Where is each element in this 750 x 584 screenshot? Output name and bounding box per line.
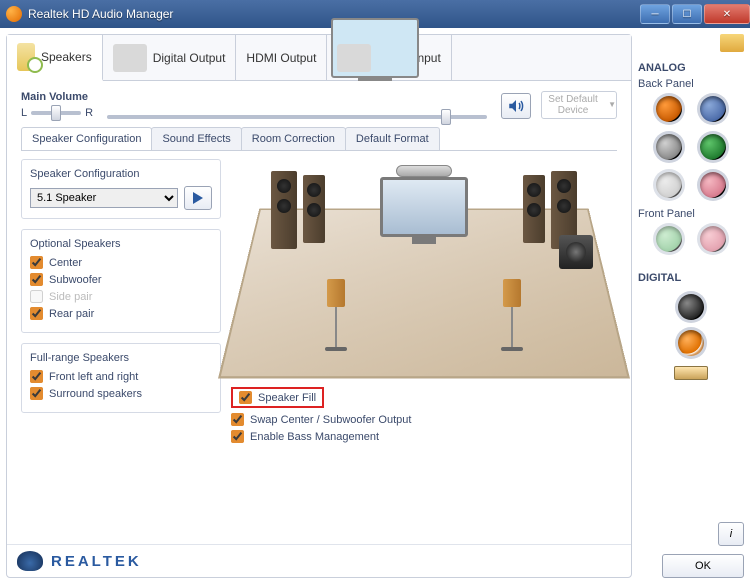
speaker-config-group: Speaker Configuration 5.1 Speaker (21, 159, 221, 219)
jack-green-dim[interactable] (656, 226, 682, 252)
group-title: Speaker Configuration (30, 168, 212, 180)
maximize-button[interactable]: ☐ (672, 4, 702, 24)
minimize-button[interactable]: ─ (640, 4, 670, 24)
checkbox-side-pair: Side pair (30, 290, 212, 303)
checkbox-surround[interactable]: Surround speakers (30, 387, 212, 400)
jack-blue[interactable] (700, 96, 726, 122)
jack-orange[interactable] (656, 96, 682, 122)
tab-digital-output[interactable]: Digital Output (103, 35, 237, 80)
checkbox-bass-management[interactable]: Enable Bass Management (231, 430, 617, 443)
mute-button[interactable] (501, 93, 531, 119)
brand-text: REALTEK (51, 553, 142, 570)
balance-thumb[interactable] (51, 105, 61, 121)
device-icon (113, 44, 147, 72)
device-tabs: Speakers Digital Output HDMI Output Digi… (7, 35, 631, 81)
tab-speaker-configuration[interactable]: Speaker Configuration (21, 127, 152, 150)
play-button[interactable] (184, 186, 212, 210)
checkbox-subwoofer[interactable]: Subwoofer (30, 273, 212, 286)
jack-grey-dim[interactable] (656, 172, 682, 198)
balance-slider[interactable]: L R (21, 107, 93, 119)
tab-label: HDMI Output (246, 51, 316, 65)
folder-icon[interactable] (720, 34, 744, 52)
jack-pink[interactable] (700, 172, 726, 198)
balance-left-label: L (21, 107, 27, 119)
jack-green[interactable] (700, 134, 726, 160)
tab-speakers[interactable]: Speakers (7, 35, 103, 81)
window-title: Realtek HD Audio Manager (28, 7, 173, 21)
main-volume-label: Main Volume (21, 91, 93, 103)
front-panel-label: Front Panel (638, 208, 744, 220)
tab-label: Digital Output (153, 51, 226, 65)
volume-thumb[interactable] (441, 109, 451, 125)
speaker-room-diagram (231, 159, 617, 379)
front-right-speaker-icon[interactable] (523, 175, 545, 243)
chevron-down-icon: ▼ (608, 101, 616, 110)
balance-right-label: R (85, 107, 93, 119)
volume-row: Main Volume L R Set Default Device ▼ (21, 91, 617, 119)
tab-default-format[interactable]: Default Format (345, 127, 440, 150)
jack-optical[interactable] (678, 294, 704, 320)
rear-right-speaker-icon[interactable] (503, 279, 521, 339)
jack-grey[interactable] (656, 134, 682, 160)
device-icon (337, 44, 371, 72)
back-panel-label: Back Panel (638, 78, 744, 90)
subwoofer-icon[interactable] (559, 235, 593, 269)
digital-heading: DIGITAL (638, 272, 744, 284)
fullrange-speakers-group: Full-range Speakers Front left and right… (21, 343, 221, 413)
checkbox-front-lr[interactable]: Front left and right (30, 370, 212, 383)
speaker-config-select[interactable]: 5.1 Speaker (30, 188, 178, 208)
app-icon (6, 6, 22, 22)
tv-icon (380, 177, 468, 237)
set-default-button[interactable]: Set Default Device ▼ (541, 91, 617, 119)
group-title: Full-range Speakers (30, 352, 212, 364)
digital-jacks (638, 288, 744, 386)
checkbox-center[interactable]: Center (30, 256, 212, 269)
optional-speakers-group: Optional Speakers Center Subwoofer Side … (21, 229, 221, 333)
realtek-crab-icon (17, 551, 43, 571)
jack-pink-dim[interactable] (700, 226, 726, 252)
volume-slider[interactable] (107, 115, 487, 119)
front-left-speaker-icon[interactable] (303, 175, 325, 243)
tab-sound-effects[interactable]: Sound Effects (151, 127, 241, 150)
group-title: Optional Speakers (30, 238, 212, 250)
side-panel: ANALOG Back Panel Front Panel DIGITAL i … (638, 34, 744, 578)
set-default-label: Set Default Device (542, 94, 604, 116)
main-panel: Speakers Digital Output HDMI Output Digi… (6, 34, 632, 578)
speaker-fill-highlight: Speaker Fill (231, 387, 324, 408)
front-panel-jacks (638, 220, 744, 258)
close-button[interactable]: ✕ (704, 4, 750, 24)
back-panel-jacks (638, 90, 744, 204)
rear-left-speaker-icon[interactable] (327, 279, 345, 339)
inner-tabs: Speaker Configuration Sound Effects Room… (21, 127, 617, 151)
brand-logo: REALTEK (7, 544, 631, 577)
checkbox-swap-center-sub[interactable]: Swap Center / Subwoofer Output (231, 413, 617, 426)
tab-room-correction[interactable]: Room Correction (241, 127, 346, 150)
front-left-speaker-icon[interactable] (271, 171, 297, 249)
checkbox-rear-pair[interactable]: Rear pair (30, 307, 212, 320)
info-button[interactable]: i (718, 522, 744, 546)
center-speaker-icon[interactable] (396, 165, 452, 177)
ok-button[interactable]: OK (662, 554, 744, 578)
jack-hdmi[interactable] (674, 366, 708, 380)
speaker-icon (507, 97, 525, 115)
analog-heading: ANALOG (638, 62, 744, 74)
tab-hdmi-output[interactable]: HDMI Output (236, 35, 327, 80)
tab-label: Speakers (41, 50, 92, 64)
jack-coaxial[interactable] (678, 330, 704, 356)
speakers-icon (17, 43, 35, 71)
checkbox-speaker-fill[interactable]: Speaker Fill (239, 391, 316, 404)
